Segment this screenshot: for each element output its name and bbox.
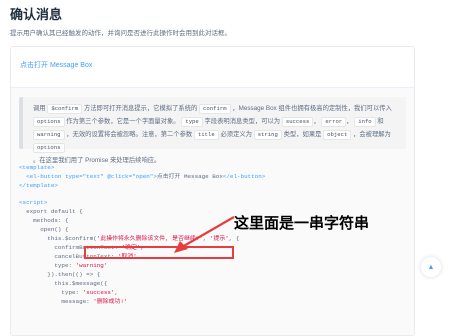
inline-code: options [33, 143, 65, 153]
inline-code: success [281, 117, 314, 127]
page-title: 确认消息 [10, 7, 63, 22]
code-token: , [114, 289, 119, 296]
code-token: <el-button type="text" @click="open"> [19, 173, 157, 180]
code-line: }).then(() => { [19, 271, 101, 278]
tip-text: 和 [377, 118, 384, 125]
tip-text: ， [346, 118, 353, 125]
code-line: <script> [19, 199, 48, 206]
page-description: 提示用户确认其已经触发的动作，并询问是否进行此操作时会用到此对话框。 [10, 30, 231, 37]
code-string: 'warning' [75, 262, 108, 269]
code-string: 'success' [82, 289, 115, 296]
code-token: 点击打开 Message Box [156, 173, 223, 180]
annotation-label: 这里面是一串字符串 [234, 215, 370, 232]
tip-text: ，会被理解为 [353, 131, 391, 138]
inline-code: warning [33, 130, 65, 140]
code-line: type: 'success', [19, 289, 118, 297]
code-string: '删除成功!' [93, 298, 128, 305]
demo-preview: 点击打开 Message Box [11, 47, 414, 87]
code-line: export default { [19, 208, 83, 215]
code-line: </template> [19, 182, 58, 189]
back-to-top-button[interactable]: ▲ [421, 257, 441, 277]
open-message-box-button[interactable]: 点击打开 Message Box [20, 60, 92, 70]
code-line: methods: { [19, 217, 69, 224]
demo-block: 点击打开 Message Box 调用 $confirm 方法即可打开消息提示，… [10, 46, 415, 336]
tip-text: ，无效的设置将会被忽略。注意，第二个参数 [66, 131, 193, 138]
tip-text: 调用 [33, 105, 46, 112]
inline-code: $confirm [47, 104, 83, 114]
tip-text: 类型，如果是 [283, 131, 322, 138]
inline-code: options [33, 117, 65, 127]
annotation-arrow-icon [174, 216, 235, 253]
tip-text: ，Message Box 组件也拥有极高的定制性，我们可以传入 [232, 105, 392, 112]
code-line: type: 'warning' [19, 262, 107, 270]
tip-text: 字段表明消息类型，可以为 [204, 118, 281, 125]
tip-text: 必须定义为 [220, 131, 252, 138]
code-token: message: [19, 298, 94, 305]
code-token: this.$confirm( [19, 235, 97, 242]
tip-text: ， [313, 118, 320, 125]
tip-text: 方法即可打开消息提示，它模拟了系统的 [83, 105, 198, 112]
inline-code: object [323, 130, 352, 140]
inline-code: string [253, 130, 282, 140]
code-token: </el-button> [222, 173, 266, 180]
inline-code: title [193, 130, 219, 140]
tip-text: 作为第三个参数，它是一个字面量对象。 [66, 118, 180, 125]
code-line: message: '删除成功!' [19, 298, 127, 306]
inline-code: error [321, 117, 347, 127]
tip-text: 。在这里我们用了 Promise 来处理后续响应。 [33, 157, 161, 164]
inline-code: type [181, 117, 203, 127]
code-line: <el-button type="text" @click="open">点击打… [19, 173, 265, 181]
code-line: <template> [19, 164, 55, 171]
inline-code: confirm [199, 104, 231, 114]
code-token: type: [19, 289, 83, 296]
code-token: type: [19, 262, 76, 269]
description-tip: 调用 $confirm 方法即可打开消息提示，它模拟了系统的 confirm ，… [19, 97, 406, 164]
inline-code: info [354, 117, 376, 127]
code-line: open() { [19, 226, 69, 233]
caret-up-icon: ▲ [427, 263, 435, 271]
code-line: this.$message({ [19, 280, 108, 287]
